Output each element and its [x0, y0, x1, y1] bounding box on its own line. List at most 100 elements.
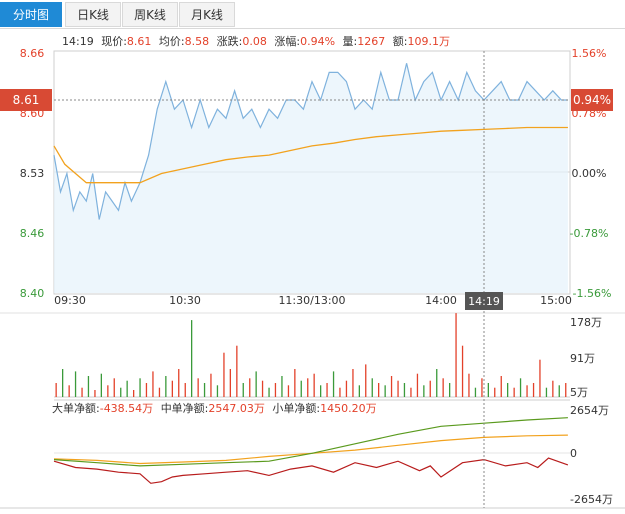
- y-left-tick-4: 8.40: [20, 287, 45, 300]
- volume-bar: [133, 390, 135, 397]
- vol-tick-2: 5万: [570, 386, 588, 399]
- volume-bar: [94, 390, 96, 397]
- volume-bar: [242, 383, 244, 397]
- flow-small-label: 小单净额:: [272, 401, 320, 415]
- volume-bar: [229, 369, 231, 397]
- volume-bar: [545, 387, 548, 397]
- volume-bar: [487, 383, 489, 397]
- volume-bar: [158, 387, 161, 397]
- x-tick-1: 10:30: [169, 294, 201, 307]
- volume-bar: [126, 380, 128, 397]
- timeshare-chart: 14:19 现价:8.61 均价:8.58 涨跌:0.08 涨幅:0.94% 量…: [0, 34, 625, 509]
- volume-bar: [442, 378, 444, 397]
- volume-bar: [197, 378, 199, 397]
- volume-bar: [468, 373, 470, 397]
- y-right-tick-3: -0.78%: [570, 227, 609, 240]
- volume-bar: [481, 378, 483, 397]
- flow-mid-label: 中单净额:: [161, 401, 209, 415]
- volume-bar: [165, 376, 167, 397]
- volume-bar: [191, 320, 193, 397]
- volume-bar: [281, 376, 283, 397]
- volume-bar: [358, 385, 360, 397]
- volume-bar: [313, 373, 315, 397]
- price-area: [54, 63, 568, 294]
- info-time: 14:19: [62, 35, 94, 48]
- volume-bar: [513, 387, 515, 397]
- volume-bar: [107, 385, 109, 397]
- volume-bar: [68, 385, 70, 397]
- info-amt-label: 额:: [393, 35, 408, 48]
- volume-bar: [210, 373, 212, 397]
- volume-bar: [145, 383, 148, 397]
- volume-bar: [203, 383, 206, 397]
- y-left-tick-0: 8.66: [20, 47, 45, 60]
- volume-bar: [152, 371, 154, 397]
- volume-bar: [139, 378, 141, 397]
- volume-bar: [320, 385, 322, 397]
- flow-mid-value: 2547.03万: [208, 402, 265, 415]
- flow-small-value: 1450.20万: [320, 402, 377, 415]
- y-right-tick-4: -1.56%: [573, 287, 612, 300]
- cursor-pct-text: 0.94%: [573, 93, 611, 107]
- flow-tick-1: 0: [570, 447, 577, 460]
- vol-tick-1: 91万: [570, 352, 595, 365]
- volume-bar: [539, 359, 541, 397]
- flow-big-value: -438.54万: [100, 402, 153, 415]
- volume-bar: [352, 369, 354, 397]
- volume-bar: [410, 387, 412, 397]
- volume-bar: [429, 380, 431, 397]
- volume-bar: [397, 380, 399, 397]
- volume-bar: [461, 345, 464, 397]
- y-right-tick-0: 1.56%: [572, 47, 607, 60]
- volume-bar: [223, 352, 225, 397]
- cursor-time-text: 14:19: [468, 295, 500, 308]
- volume-bar: [526, 385, 528, 397]
- big-order-flow-line: [53, 457, 569, 484]
- volume-bar: [332, 371, 335, 397]
- info-avg: 8.58: [185, 35, 210, 48]
- volume-bar: [74, 371, 77, 397]
- x-tick-0: 09:30: [54, 294, 86, 307]
- volume-bar: [423, 385, 425, 397]
- info-pct: 0.94%: [300, 35, 335, 48]
- volume-bar: [507, 383, 509, 397]
- volume-bar: [255, 371, 257, 397]
- volume-bar: [371, 378, 373, 397]
- y-right-tick-2: 0.00%: [572, 167, 607, 180]
- volume-bar: [268, 387, 270, 397]
- volume-bar: [87, 376, 90, 397]
- volume-bar: [62, 369, 64, 397]
- volume-layer: [55, 313, 567, 397]
- info-pct-label: 涨幅:: [274, 35, 300, 48]
- volume-bar: [519, 378, 522, 397]
- flow-tick-0: 2654万: [570, 404, 609, 417]
- info-vol-label: 量:: [343, 35, 358, 48]
- volume-bar: [558, 385, 560, 397]
- volume-bar: [178, 369, 180, 397]
- volume-bar: [274, 383, 277, 397]
- volume-bar: [184, 383, 186, 397]
- volume-bar: [565, 383, 567, 397]
- info-amt: 109.1万: [407, 35, 450, 48]
- vol-tick-0: 178万: [570, 316, 602, 329]
- volume-bar: [100, 373, 102, 397]
- info-chg: 0.08: [242, 35, 267, 48]
- info-vol: 1267: [357, 35, 385, 48]
- volume-bar: [474, 387, 477, 397]
- volume-bar: [378, 383, 380, 397]
- fund-flow-layer: [53, 417, 569, 484]
- volume-bar: [390, 376, 393, 397]
- x-tick-3: 14:00: [425, 294, 457, 307]
- volume-bar: [113, 378, 115, 397]
- volume-bar: [294, 369, 296, 397]
- volume-bar: [455, 313, 457, 397]
- flow-tick-2: -2654万: [570, 493, 613, 506]
- volume-bar: [436, 369, 438, 397]
- volume-bar: [552, 380, 554, 397]
- price-layer: [53, 63, 568, 294]
- volume-bar: [300, 380, 302, 397]
- flow-big-label: 大单净额:: [52, 401, 100, 415]
- info-chg-label: 涨跌:: [217, 34, 243, 48]
- volume-bar: [216, 385, 219, 397]
- volume-bar: [236, 345, 238, 397]
